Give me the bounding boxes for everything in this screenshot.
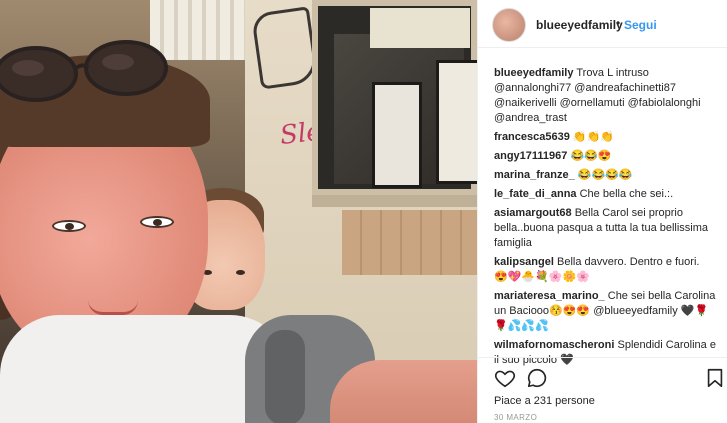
child-eye [236, 270, 245, 275]
comment-text: Che bella che sei.:. [579, 188, 674, 200]
brick-panel [342, 210, 477, 275]
woman-eye [140, 216, 174, 228]
bookmark-icon[interactable] [704, 367, 726, 389]
comment-username[interactable]: asiamargout68 [494, 207, 572, 219]
comment: francesca5639 👏👏👏 [494, 130, 716, 145]
comment-username[interactable]: marina_franze_ [494, 169, 575, 181]
comment: marina_franze_ 😂😂😂😂 [494, 168, 716, 183]
comment-username[interactable]: le_fate_di_anna [494, 188, 577, 200]
comment-username[interactable]: angy17111967 [494, 150, 567, 162]
window-sign [370, 8, 470, 48]
post-sidebar: blueeyedfamily • Segui blueeyedfamily Tr… [477, 0, 727, 423]
post-photo[interactable]: Slen [0, 0, 477, 423]
comment-text: 😂😂😍 [570, 150, 612, 162]
graffiti-tag [250, 6, 320, 90]
comment-icon[interactable] [526, 367, 548, 389]
avatar[interactable] [492, 8, 526, 42]
comment-username[interactable]: blueeyedfamily [494, 67, 573, 79]
window-ledge [312, 195, 477, 207]
comment-username[interactable]: kalipsangel [494, 256, 554, 268]
post-header: blueeyedfamily • Segui [478, 0, 727, 48]
post-date: 30 MARZO [494, 413, 538, 422]
comment-username[interactable]: mariateresa_marino_ [494, 290, 605, 302]
window-poster [436, 60, 477, 184]
comment: angy17111967 😂😂😍 [494, 149, 716, 164]
instagram-post: Slen blueeyedfamily • Segui blueeyedfami… [0, 0, 727, 423]
comment: kalipsangel Bella davvero. Dentro e fuor… [494, 255, 716, 285]
comment-username[interactable]: wilmafornomascheroni [494, 339, 614, 351]
window-poster [372, 82, 422, 188]
comment-text: 👏👏👏 [572, 131, 614, 143]
woman-mouth [88, 300, 138, 315]
comment: le_fate_di_anna Che bella che sei.:. [494, 187, 716, 202]
comment-text: 😂😂😂😂 [577, 169, 633, 181]
comment: asiamargout68 Bella Carol sei proprio be… [494, 206, 716, 251]
arm [330, 360, 477, 423]
comment: blueeyedfamily Trova L intruso @annalong… [494, 66, 716, 126]
comment: mariateresa_marino_ Che sei bella Caroli… [494, 289, 716, 334]
likes-count[interactable]: Piace a 231 persone [494, 395, 595, 407]
comments-list: blueeyedfamily Trova L intruso @annalong… [494, 66, 716, 372]
comment-username[interactable]: francesca5639 [494, 131, 570, 143]
follow-button[interactable]: Segui [624, 18, 657, 32]
heart-icon[interactable] [494, 367, 516, 389]
header-username[interactable]: blueeyedfamily [536, 18, 623, 32]
woman-eye [52, 220, 86, 232]
action-bar: Piace a 231 persone 30 MARZO [478, 357, 727, 423]
baby-carrier-buckle [265, 330, 305, 423]
separator-dot: • [616, 16, 621, 30]
sunglasses [0, 40, 168, 102]
